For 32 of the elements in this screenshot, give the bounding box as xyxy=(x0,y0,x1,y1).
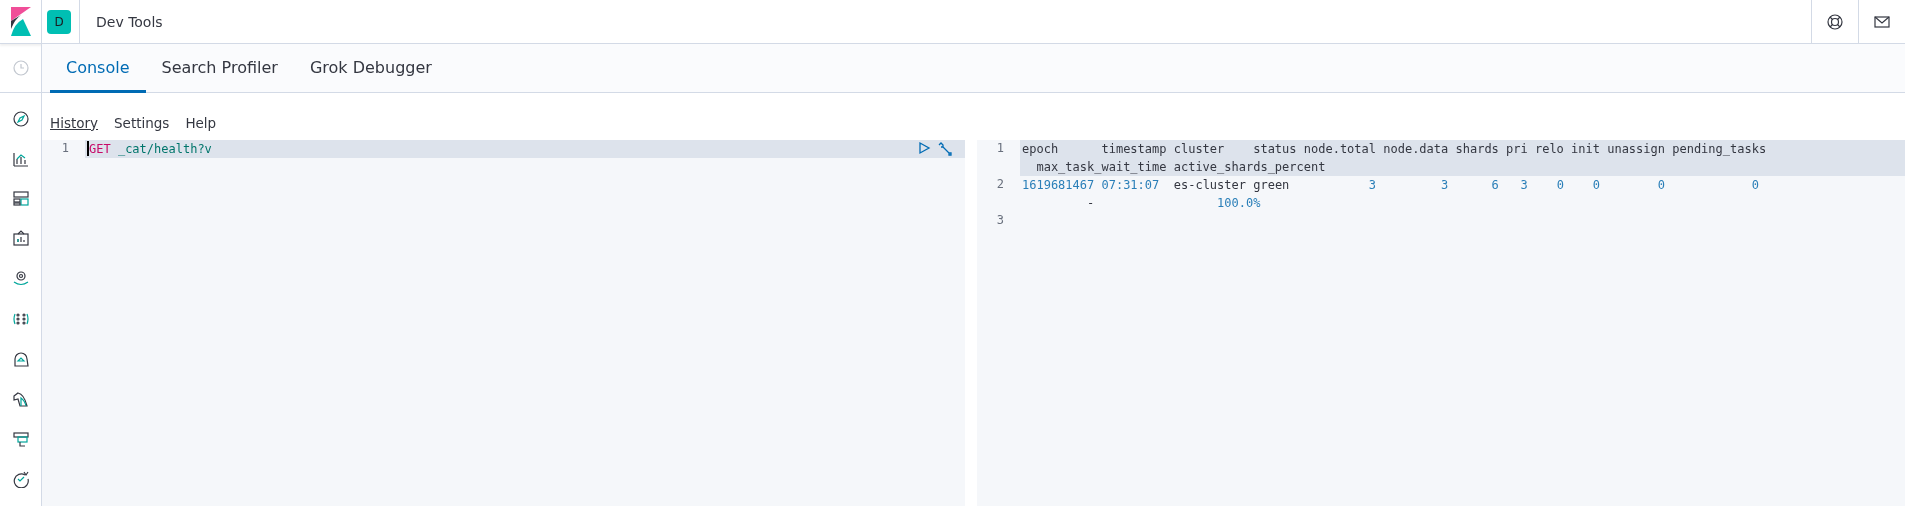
text-cursor xyxy=(87,141,89,156)
check-arrow-icon[interactable] xyxy=(11,470,30,488)
play-icon[interactable] xyxy=(917,141,931,155)
monitor-icon[interactable] xyxy=(11,430,30,448)
code-token: 3 3 6 3 0 0 0 0 xyxy=(1367,178,1759,192)
tab[interactable]: Console xyxy=(50,44,146,93)
line-number: 3 xyxy=(995,212,1005,229)
code-token: es-cluster green xyxy=(1172,178,1290,192)
chart-icon[interactable] xyxy=(11,150,30,168)
code-token: max_task_wait_time active_shards_percent xyxy=(1035,160,1326,174)
code-token: GET xyxy=(89,142,111,156)
menu-link[interactable]: History xyxy=(50,114,99,131)
code-token: 1619681467 07:31:07 xyxy=(1022,178,1160,192)
line-number: 1 xyxy=(995,140,1005,157)
tab[interactable]: Search Profiler xyxy=(145,44,294,93)
space-avatar[interactable]: D xyxy=(47,9,71,34)
logo-icon[interactable] xyxy=(10,7,31,36)
line-number: 2 xyxy=(995,176,1005,193)
easel-icon[interactable] xyxy=(11,230,30,248)
code-token: epoch timestamp cluster status node.total node.data shards pri relo init unassign pending_tasks xyxy=(1022,142,1767,156)
page-title: Dev Tools xyxy=(96,13,163,30)
help-icon[interactable] xyxy=(1826,12,1844,31)
editor-pane[interactable]: 1 GET _cat/health?v xyxy=(42,140,965,506)
compass-icon[interactable] xyxy=(11,110,30,128)
menu-link[interactable]: Help xyxy=(185,114,217,131)
line-number: 1 xyxy=(60,140,70,157)
dashboard-icon[interactable] xyxy=(11,190,30,208)
menu-link[interactable]: Settings xyxy=(114,114,170,131)
code-token: _cat/health?v xyxy=(116,142,212,156)
code-token: 100.0% xyxy=(1216,196,1261,210)
tab[interactable]: Grok Debugger xyxy=(293,44,448,93)
code-token: - xyxy=(1086,196,1095,210)
